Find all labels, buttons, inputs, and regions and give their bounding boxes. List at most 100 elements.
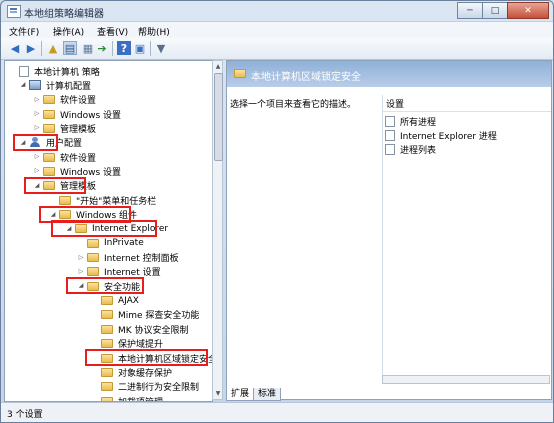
export-list-icon[interactable]: ➔ [95, 41, 109, 55]
tree-item[interactable]: InPrivate [77, 236, 144, 250]
close-button[interactable]: ✕ [507, 2, 549, 19]
tree-item-label: InPrivate [104, 238, 144, 249]
folder-icon [87, 238, 99, 248]
description-text: 选择一个项目来查看它的描述。 [230, 100, 357, 110]
setting-icon [385, 130, 395, 141]
settings-column-header[interactable]: 设置 [386, 97, 404, 110]
setting-label: Internet Explorer 进程 [400, 132, 497, 142]
status-bar: 3 个设置 [1, 402, 553, 422]
scroll-down-arrow-icon[interactable]: ▼ [214, 389, 222, 398]
back-arrow-icon[interactable]: ◀ [8, 41, 22, 55]
tree-item[interactable]: ▷ Windows 设置 [33, 107, 121, 121]
folder-icon [43, 166, 55, 176]
highlight-box [24, 176, 86, 194]
forward-arrow-icon[interactable]: ▶ [24, 41, 38, 55]
setting-row[interactable]: 进程列表 [385, 143, 436, 156]
tree-item-label: MK 协议安全限制 [118, 325, 189, 336]
up-folder-icon[interactable]: ▲ [46, 41, 60, 55]
tree-item[interactable]: AJAX [91, 294, 139, 308]
expand-arrow-icon[interactable]: ▷ [33, 153, 41, 161]
setting-label: 进程列表 [400, 146, 437, 156]
tree-item-label: 二进制行为安全限制 [118, 383, 200, 394]
status-text: 3 个设置 [7, 410, 43, 420]
collapse-arrow-icon[interactable]: ◢ [19, 81, 27, 89]
expand-arrow-icon[interactable]: ▷ [33, 96, 41, 104]
tree-item-label: 计算机配置 [46, 81, 92, 92]
help-topics-icon[interactable]: ▣ [133, 41, 147, 55]
toolbar-separator [150, 41, 151, 56]
tree-item[interactable]: ◢ 计算机配置 [19, 78, 91, 92]
window-title: 本地组策略编辑器 [24, 9, 104, 20]
help-icon[interactable]: ? [117, 41, 131, 55]
main-window: 本地组策略编辑器 ─ □ ✕ 文件(F) 操作(A) 查看(V) 帮助(H) ◀… [0, 0, 554, 423]
highlight-box [13, 133, 58, 151]
folder-icon [43, 95, 55, 105]
expand-arrow-icon[interactable]: ▷ [33, 124, 41, 132]
details-title: 本地计算机区域锁定安全 [251, 72, 361, 83]
tree-item[interactable]: 加载项管理 [91, 394, 163, 401]
folder-icon [101, 382, 113, 392]
folder-icon [87, 267, 99, 277]
tree-item-label: 软件设置 [60, 153, 97, 164]
menu-file[interactable]: 文件(F) [9, 25, 39, 38]
tree-item[interactable]: MK 协议安全限制 [91, 322, 189, 336]
highlight-box [51, 219, 157, 237]
policy-icon [19, 65, 29, 77]
tab-standard[interactable]: 标准 [253, 388, 282, 401]
folder-icon [43, 123, 55, 133]
tree-pane[interactable]: 本地计算机 策略 ◢ 计算机配置 ▷ 软件设置 ▷ Windows 设置 ▷ 管理模板 ◢ 用户配置… [4, 60, 213, 402]
folder-icon [234, 69, 246, 78]
tree-item-label: AJAX [118, 295, 139, 306]
scroll-up-arrow-icon[interactable]: ▲ [214, 62, 222, 71]
settings-horizontal-scrollbar[interactable] [382, 375, 550, 384]
properties-icon[interactable]: ▦ [81, 41, 95, 55]
view-tabs: 扩展 标准 [226, 388, 282, 402]
tree-item[interactable]: ▷ 软件设置 [33, 150, 96, 164]
menu-view[interactable]: 查看(V) [97, 25, 128, 38]
tree-item[interactable]: 二进制行为安全限制 [91, 380, 199, 394]
setting-row[interactable]: 所有进程 [385, 115, 436, 128]
setting-icon [385, 144, 395, 155]
show-hide-tree-icon[interactable]: ▤ [63, 41, 77, 55]
folder-icon [101, 324, 113, 334]
expand-arrow-icon[interactable]: ▷ [33, 167, 41, 175]
folder-icon [101, 296, 113, 306]
tree-vertical-scrollbar[interactable]: ▲ ▼ [212, 60, 223, 400]
expand-arrow-icon[interactable]: ▷ [33, 110, 41, 118]
tree-item[interactable]: ▷ 软件设置 [33, 93, 96, 107]
filter-icon[interactable]: ▼ [154, 41, 168, 55]
tab-extended[interactable]: 扩展 [226, 388, 255, 401]
details-pane: 本地计算机区域锁定安全 选择一个项目来查看它的描述。 设置 所有进程 Inter… [226, 60, 552, 400]
tree-item-label: 对象缓存保护 [118, 368, 173, 379]
toolbar: ◀ ▶ ▲ ▤ ▦ ➔ ? ▣ ▼ [1, 38, 553, 60]
expand-arrow-icon[interactable]: ▷ [77, 254, 85, 262]
tree-item[interactable]: 对象缓存保护 [91, 365, 172, 379]
highlight-box [85, 349, 208, 366]
details-header: 本地计算机区域锁定安全 [227, 61, 551, 87]
scrollbar-thumb[interactable] [214, 73, 223, 161]
maximize-button[interactable]: □ [482, 2, 508, 19]
tree-item-label: Mime 探查安全功能 [118, 311, 200, 322]
tree-item[interactable]: ▷ Internet 控制面板 [77, 251, 179, 265]
folder-icon [101, 310, 113, 320]
menu-action[interactable]: 操作(A) [53, 25, 84, 38]
tree-item-label: 加载项管理 [118, 395, 163, 401]
expand-arrow-icon[interactable]: ▷ [77, 268, 85, 276]
title-bar[interactable]: 本地组策略编辑器 ─ □ ✕ [1, 1, 553, 21]
header-divider [383, 111, 551, 112]
setting-label: 所有进程 [400, 118, 437, 128]
setting-row[interactable]: Internet Explorer 进程 [385, 129, 497, 142]
minimize-button[interactable]: ─ [457, 2, 483, 19]
tree-item[interactable]: Mime 探查安全功能 [91, 308, 199, 322]
tree-item[interactable]: 本地计算机 策略 [9, 64, 100, 78]
menu-help[interactable]: 帮助(H) [138, 25, 170, 38]
toolbar-separator [41, 41, 42, 56]
